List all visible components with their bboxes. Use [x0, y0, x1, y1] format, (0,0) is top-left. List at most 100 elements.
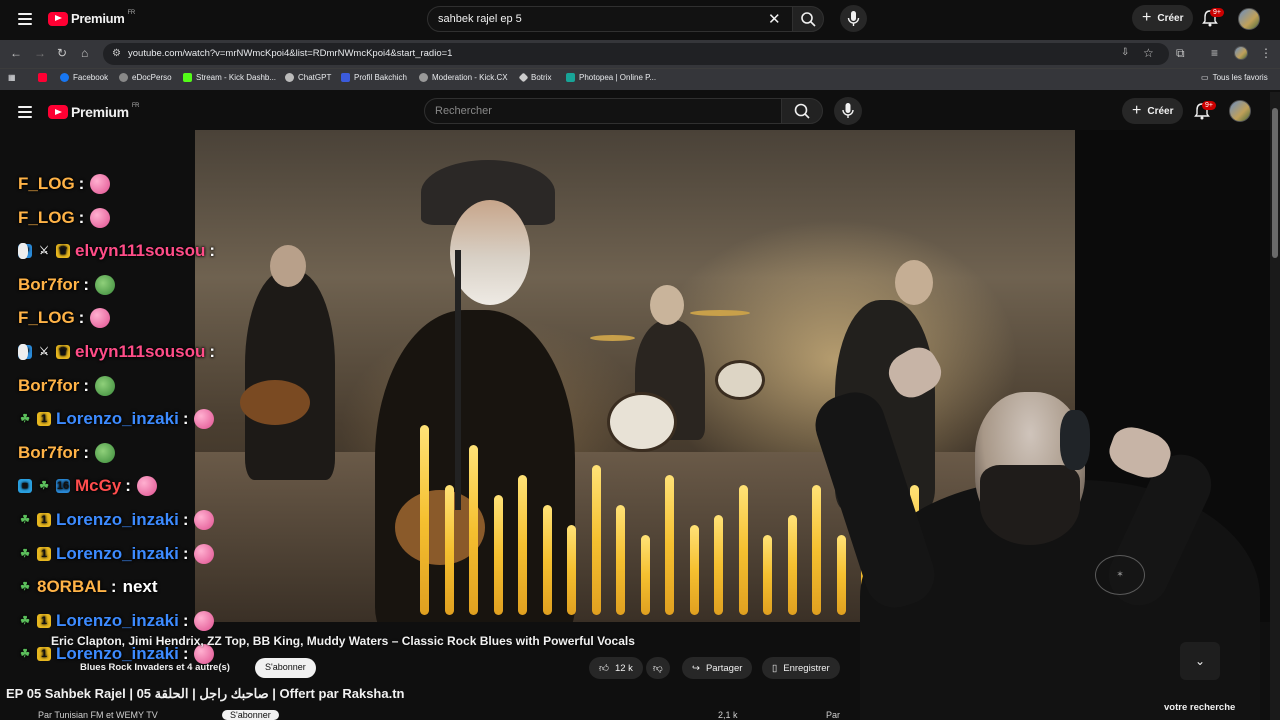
save-button[interactable]: ▯ Enregistrer [762, 657, 840, 679]
thumbs-down-icon: 👎︎ [653, 663, 663, 674]
chat-username[interactable]: Lorenzo_inzaki [56, 510, 179, 530]
bookmark-moderation[interactable]: Moderation - Kick.CX [419, 73, 508, 82]
chat-username[interactable]: Lorenzo_inzaki [56, 544, 179, 564]
chat-message: Bor7for: [18, 442, 116, 463]
top-avatar[interactable] [1238, 8, 1260, 30]
top-search-input[interactable]: sahbek rajel ep 5 [427, 6, 793, 32]
bookmark-star-icon[interactable]: ☆ [1143, 46, 1154, 60]
search-button[interactable] [781, 98, 823, 124]
share-button[interactable]: ↪ Partager [682, 657, 753, 679]
visualizer-bar [591, 465, 601, 615]
bookmark-kick-dashboard[interactable]: Stream - Kick Dashb... [183, 73, 276, 82]
reload-icon[interactable]: ↻ [57, 46, 67, 60]
partial-share-button[interactable]: Par [826, 710, 840, 720]
streamer-left-hand [882, 340, 948, 405]
plus-icon: + [1132, 102, 1142, 119]
chat-separator: : [182, 409, 189, 429]
chat-username[interactable]: Bor7for [18, 275, 79, 295]
bookmark-edocperso[interactable]: eDocPerso [119, 73, 172, 82]
chat-username[interactable]: Bor7for [18, 443, 79, 463]
bookmark-label: Facebook [73, 73, 109, 82]
address-bar[interactable]: youtube.com/watch?v=mrNWmcKpoi4&list=RDm… [103, 43, 1169, 65]
chat-username[interactable]: F_LOG [18, 208, 75, 228]
bookmark-photopea[interactable]: Photopea | Online P... [566, 73, 656, 82]
top-create-button[interactable]: + Créer [1132, 5, 1194, 31]
chat-username[interactable]: elvyn111sousou [75, 241, 205, 261]
pepe-emote-icon [95, 274, 116, 295]
browser-menu-icon[interactable]: ⋮ [1260, 46, 1272, 60]
create-button[interactable]: + Créer [1122, 98, 1184, 124]
youtube-premium-logo[interactable]: Premium FR [48, 103, 140, 120]
scrollbar-thumb[interactable] [1272, 108, 1278, 258]
search-input[interactable]: Rechercher [424, 98, 782, 124]
apps-grid-icon[interactable]: ▦ [8, 73, 16, 82]
avatar[interactable] [1229, 100, 1251, 122]
youtube-play-icon [48, 105, 68, 119]
partial-subscribe-button[interactable]: S'abonner [222, 710, 279, 720]
chat-username[interactable]: Lorenzo_inzaki [56, 611, 179, 631]
bookmark-botrix[interactable]: Botrix [518, 72, 552, 83]
home-icon[interactable]: ⌂ [81, 46, 88, 60]
create-label: Créer [1147, 105, 1174, 117]
guitarist-left-figure [245, 270, 335, 480]
chat-username[interactable]: F_LOG [18, 174, 75, 194]
bookmark-chatgpt[interactable]: ChatGPT [285, 73, 331, 82]
menu-icon[interactable] [18, 13, 32, 25]
one-badge-icon: 1 [37, 647, 51, 662]
search-icon [794, 103, 810, 119]
chat-username[interactable]: Bor7for [18, 376, 79, 396]
bookmark-youtube[interactable] [38, 73, 47, 82]
sword-badge-icon: ⚔ [39, 245, 49, 258]
share-icon: ↪ [692, 662, 700, 674]
menu-icon[interactable] [18, 106, 32, 118]
chat-username[interactable]: F_LOG [18, 308, 75, 328]
bookmark-profil-bakchich[interactable]: Profil Bakchich [341, 73, 407, 82]
chat-username[interactable]: McGy [75, 476, 121, 496]
chat-username[interactable]: 8ORBAL [37, 577, 107, 597]
youtube-premium-logo[interactable]: Premium FR [48, 10, 135, 26]
chat-separator: : [78, 207, 85, 227]
extensions-icon[interactable]: ⧉ [1176, 46, 1185, 61]
partial-like-count[interactable]: 2,1 k [718, 710, 738, 720]
partial-channel-name[interactable]: Par Tunisian FM et WEMY TV [38, 710, 158, 720]
guitar-left [240, 380, 310, 425]
sixteen-badge-icon: 16 [56, 479, 70, 494]
bookmark-facebook[interactable]: Facebook [60, 73, 108, 82]
youtube-favicon-icon [38, 73, 47, 82]
browser-profile-avatar[interactable] [1234, 46, 1248, 60]
voice-search-button[interactable] [834, 97, 862, 125]
cymbal-right [690, 310, 750, 316]
chat-separator: : [182, 543, 189, 563]
media-control-icon[interactable]: ≡ [1211, 46, 1218, 60]
chat-message: ■ ☘ 16 McGy: [18, 476, 157, 497]
forward-icon[interactable]: → [34, 46, 46, 60]
chat-separator: : [125, 476, 131, 496]
top-search-button[interactable] [792, 6, 824, 32]
subscribe-button[interactable]: S'abonner [255, 658, 316, 678]
chat-username[interactable]: elvyn111sousou [75, 342, 205, 362]
expand-chevron-icon[interactable]: ⌄ [1180, 642, 1220, 680]
leaf-badge-icon: ☘ [39, 480, 49, 493]
like-button[interactable]: 👍︎ 12 k [589, 657, 643, 679]
tom-drum [715, 360, 765, 400]
clear-search-icon[interactable]: ✕ [768, 10, 781, 28]
settings-favicon-icon [419, 73, 428, 82]
top-voice-search-button[interactable] [840, 5, 867, 32]
bookmark-label: Botrix [531, 73, 552, 82]
channel-name[interactable]: Blues Rock Invaders et 4 autre(s) [80, 662, 230, 673]
all-bookmarks-folder[interactable]: ▭ Tous les favoris [1201, 73, 1268, 82]
leaf-badge-icon: ☘ [20, 581, 30, 594]
install-app-icon[interactable]: ⇩ [1121, 47, 1129, 58]
chat-message: Bor7for: [18, 375, 116, 396]
search-hint-text[interactable]: votre recherche [1164, 702, 1235, 713]
chat-username[interactable]: Lorenzo_inzaki [56, 409, 179, 429]
bookmark-icon: ▯ [772, 662, 778, 674]
one-badge-icon: 1 [37, 513, 51, 527]
chat-separator: : [182, 610, 189, 630]
site-info-icon[interactable]: ⚙ [112, 48, 121, 59]
visualizer-bar [444, 485, 454, 615]
chat-separator: : [209, 241, 216, 261]
back-icon[interactable]: ← [10, 46, 22, 60]
crown-badge-icon: ♛ [56, 345, 70, 359]
dislike-button[interactable]: 👎︎ [646, 657, 670, 679]
